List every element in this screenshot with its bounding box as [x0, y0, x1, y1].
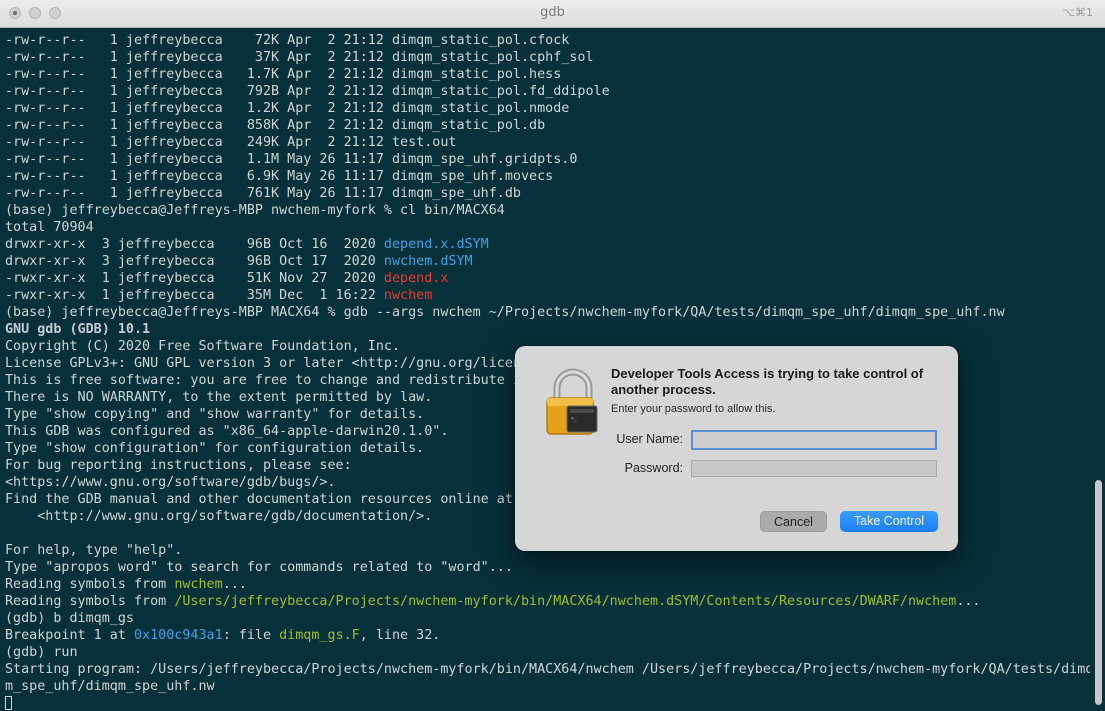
terminal-text: -rw-r--r-- 1 jeffreybecca 1.2K Apr 2 21:… [5, 101, 570, 116]
terminal-line: GNU gdb (GDB) 10.1 [5, 321, 1090, 338]
terminal-cursor [5, 696, 12, 710]
terminal-text: Type "apropos word" to search for comman… [5, 560, 513, 575]
terminal-line: -rw-r--r-- 1 jeffreybecca 37K Apr 2 21:1… [5, 49, 1090, 66]
terminal-text: (base) jeffreybecca@Jeffreys-MBP nwchem-… [5, 203, 505, 218]
terminal-line: Type "apropos word" to search for comman… [5, 559, 1090, 576]
terminal-text: drwxr-xr-x 3 jeffreybecca 96B Oct 16 202… [5, 237, 384, 252]
window-title: gdb [540, 5, 565, 20]
terminal-line: m_spe_uhf/dimqm_spe_uhf.nw [5, 678, 1090, 695]
terminal-text: Type "show copying" and "show warranty" … [5, 407, 425, 422]
terminal-text: -rw-r--r-- 1 jeffreybecca 249K Apr 2 21:… [5, 135, 457, 150]
terminal-text: nwchem.dSYM [383, 254, 473, 269]
terminal-text: -rw-r--r-- 1 jeffreybecca 761K May 26 11… [5, 186, 521, 201]
terminal-line: -rwxr-xr-x 1 jeffreybecca 51K Nov 27 202… [5, 270, 1090, 287]
title-bar: gdb ⌥⌘1 [0, 0, 1105, 28]
terminal-text: Starting program: /Users/jeffreybecca/Pr… [5, 662, 1090, 677]
terminal-text: -rwxr-xr-x 1 jeffreybecca 51K Nov 27 202… [5, 271, 384, 286]
terminal-line: (base) jeffreybecca@Jeffreys-MBP nwchem-… [5, 202, 1090, 219]
terminal-text: /Users/jeffreybecca/Projects/nwchem-myfo… [174, 594, 957, 609]
terminal-scrollbar[interactable] [1095, 480, 1102, 705]
terminal-text: License GPLv3+: GNU GPL version 3 or lat… [5, 356, 521, 371]
terminal-line: drwxr-xr-x 3 jeffreybecca 96B Oct 17 202… [5, 253, 1090, 270]
terminal-text: This is free software: you are free to c… [5, 373, 521, 388]
terminal-text: depend.x.dSYM [383, 237, 489, 252]
terminal-line: Breakpoint 1 at 0x100c943a1: file dimqm_… [5, 627, 1090, 644]
dialog-subtitle: Enter your password to allow this. [611, 403, 776, 415]
terminal-text: -rw-r--r-- 1 jeffreybecca 6.9K May 26 11… [5, 169, 554, 184]
terminal-text: GNU gdb (GDB) 10.1 [5, 322, 151, 337]
terminal-text: -rw-r--r-- 1 jeffreybecca 858K Apr 2 21:… [5, 118, 546, 133]
terminal-text: nwchem [174, 577, 223, 592]
terminal-line: -rw-r--r-- 1 jeffreybecca 792B Apr 2 21:… [5, 83, 1090, 100]
username-input[interactable] [691, 430, 937, 450]
terminal-text: nwchem [383, 288, 433, 303]
svg-text:>_: >_ [571, 416, 578, 422]
terminal-text: , line 32. [359, 628, 441, 643]
terminal-text: Find the GDB manual and other documentat… [5, 492, 521, 507]
terminal-text: ... [222, 577, 247, 592]
terminal-text: -rw-r--r-- 1 jeffreybecca 72K Apr 2 21:1… [5, 33, 570, 48]
terminal-text: : file [222, 628, 280, 643]
terminal-text: total 70904 [5, 220, 94, 235]
terminal-prompt-line[interactable] [5, 695, 1090, 711]
padlock-icon: >_ [546, 368, 598, 435]
terminal-line: -rw-r--r-- 1 jeffreybecca 72K Apr 2 21:1… [5, 32, 1090, 49]
developer-tools-access-dialog: >_ Developer Tools Access is trying to t… [515, 346, 958, 551]
terminal-text: There is NO WARRANTY, to the extent perm… [5, 390, 433, 405]
terminal-text: Copyright (C) 2020 Free Software Foundat… [5, 339, 401, 354]
terminal-text: ... [956, 594, 981, 609]
terminal-line: -rw-r--r-- 1 jeffreybecca 1.1M May 26 11… [5, 151, 1090, 168]
terminal-text: dimqm_gs.F [279, 628, 360, 643]
terminal-text: (base) jeffreybecca@Jeffreys-MBP MACX64 … [5, 305, 1005, 320]
terminal-text: For help, type "help". [5, 543, 183, 558]
terminal-text: depend.x [383, 271, 449, 286]
terminal-text: m_spe_uhf/dimqm_spe_uhf.nw [5, 679, 215, 694]
terminal-text: Reading symbols from [5, 577, 175, 592]
terminal-line: -rwxr-xr-x 1 jeffreybecca 35M Dec 1 16:2… [5, 287, 1090, 304]
cancel-button[interactable]: Cancel [760, 511, 827, 532]
terminal-line: -rw-r--r-- 1 jeffreybecca 1.7K Apr 2 21:… [5, 66, 1090, 83]
terminal-line: (base) jeffreybecca@Jeffreys-MBP MACX64 … [5, 304, 1090, 321]
terminal-text: -rw-r--r-- 1 jeffreybecca 1.1M May 26 11… [5, 152, 578, 167]
terminal-line: Reading symbols from nwchem... [5, 576, 1090, 593]
terminal-line: Starting program: /Users/jeffreybecca/Pr… [5, 661, 1090, 678]
terminal-line: total 70904 [5, 219, 1090, 236]
terminal-line: -rw-r--r-- 1 jeffreybecca 1.2K Apr 2 21:… [5, 100, 1090, 117]
terminal-text: (gdb) b dimqm_gs [5, 611, 134, 626]
terminal-line: (gdb) b dimqm_gs [5, 610, 1090, 627]
terminal-text: drwxr-xr-x 3 jeffreybecca 96B Oct 17 202… [5, 254, 384, 269]
terminal-text: <http://www.gnu.org/software/gdb/documen… [5, 509, 433, 524]
terminal-text: This GDB was configured as "x86_64-apple… [5, 424, 449, 439]
password-label: Password: [624, 461, 683, 475]
terminal-text: (gdb) run [5, 645, 78, 660]
password-input[interactable] [691, 460, 937, 477]
terminal-text: -rw-r--r-- 1 jeffreybecca 37K Apr 2 21:1… [5, 50, 594, 65]
terminal-line: -rw-r--r-- 1 jeffreybecca 858K Apr 2 21:… [5, 117, 1090, 134]
take-control-button[interactable]: Take Control [840, 511, 938, 532]
username-label: User Name: [616, 432, 683, 446]
terminal-text: Breakpoint 1 at [5, 628, 134, 643]
terminal-line: -rw-r--r-- 1 jeffreybecca 249K Apr 2 21:… [5, 134, 1090, 151]
terminal-line: -rw-r--r-- 1 jeffreybecca 761K May 26 11… [5, 185, 1090, 202]
terminal-text: Type "show configuration" for configurat… [5, 441, 425, 456]
terminal-text: 0x100c943a1 [134, 628, 223, 643]
terminal-text: <https://www.gnu.org/software/gdb/bugs/>… [5, 475, 336, 490]
terminal-line: Reading symbols from /Users/jeffreybecca… [5, 593, 1090, 610]
window-shortcut: ⌥⌘1 [1062, 6, 1093, 19]
terminal-text: -rwxr-xr-x 1 jeffreybecca 35M Dec 1 16:2… [5, 288, 384, 303]
terminal-line: -rw-r--r-- 1 jeffreybecca 6.9K May 26 11… [5, 168, 1090, 185]
terminal-text: Reading symbols from [5, 594, 175, 609]
terminal-line: (gdb) run [5, 644, 1090, 661]
dialog-title: Developer Tools Access is trying to take… [611, 366, 924, 397]
terminal-text: -rw-r--r-- 1 jeffreybecca 792B Apr 2 21:… [5, 84, 610, 99]
terminal-line: drwxr-xr-x 3 jeffreybecca 96B Oct 16 202… [5, 236, 1090, 253]
terminal-text: For bug reporting instructions, please s… [5, 458, 352, 473]
terminal-text: -rw-r--r-- 1 jeffreybecca 1.7K Apr 2 21:… [5, 67, 562, 82]
